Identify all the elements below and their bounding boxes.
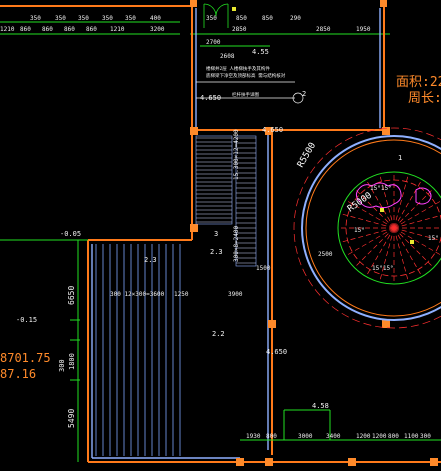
level-2-3-left: 2.3 <box>144 256 157 264</box>
top-dim-label: 350 <box>102 15 113 22</box>
bottom-dim-label: 300 <box>420 433 431 440</box>
top-dim-label: 350 <box>125 15 136 22</box>
top-dim-label: 860 <box>20 26 31 33</box>
area-label: 面积:220 <box>396 75 441 90</box>
yellow-marker <box>410 240 414 244</box>
stair-landing-dim: 3900 <box>228 291 243 298</box>
top-dim-label: 350 <box>206 15 217 22</box>
top-dim-label: 350 <box>30 15 41 22</box>
bottom-dim-label: 800 <box>266 433 277 440</box>
note-text-3: 栏杆扶手详图 <box>232 91 259 98</box>
angle-label-4: 15°15° <box>372 265 394 272</box>
bottom-dim-labels: 1930 800 3000 3400 1200 1200 800 1100 300 <box>246 433 431 440</box>
level-4-55: 4.55 <box>252 48 269 56</box>
column <box>236 458 244 466</box>
column <box>380 0 387 7</box>
top-dim-label: 2850 <box>232 26 247 33</box>
left-dim-1800: 1800 <box>68 353 76 370</box>
left-dim-5490: 5490 <box>67 409 76 428</box>
level-minus-005: -0.05 <box>60 230 81 238</box>
top-dim-label: 1950 <box>356 26 371 33</box>
room-dim-2608: 2608 <box>220 53 235 60</box>
top-dim-label: 850 <box>236 15 247 22</box>
stair-lower-label: 300×8=2400 <box>233 225 240 262</box>
column <box>268 320 276 328</box>
angle-label-3: 15° <box>428 235 439 242</box>
top-dim-label: 860 <box>64 26 75 33</box>
top-dim-label: 350 <box>55 15 66 22</box>
perimeter-label: 周长:8 <box>408 91 441 106</box>
column <box>430 458 438 466</box>
column <box>265 458 273 466</box>
level-4650-mid: 4.650 <box>262 126 283 134</box>
angle-label-2: 15° <box>354 227 365 234</box>
bottom-dim-label: 1930 <box>246 433 261 440</box>
left-dim-6650: 6650 <box>67 286 76 305</box>
bottom-dim-label: 1200 <box>356 433 371 440</box>
top-dim-label: 350 <box>78 15 89 22</box>
yellow-marker <box>232 7 236 11</box>
cad-drawing-canvas[interactable]: 350 350 350 350 350 400 350 850 850 290 1210 860 86… <box>0 0 441 471</box>
level-2-2: 2.2 <box>212 330 225 338</box>
left-number-1: 8701.75 <box>0 351 51 365</box>
stair-upper-label: 15.300×12=4200 <box>233 129 240 180</box>
bottom-dim-label: 800 <box>388 433 399 440</box>
axis-mark-3: 3 <box>214 230 218 238</box>
top-dim-label: 3200 <box>150 26 165 33</box>
level-2-3-right: 2.3 <box>210 248 223 256</box>
note-text-2: 底梯梁下净空及顶部标高 需与结构核对 <box>206 72 286 79</box>
level-4650-lower: 4.650 <box>266 348 287 356</box>
column <box>348 458 356 466</box>
top-dim-label: 400 <box>150 15 161 22</box>
angle-label-1: 15°15° <box>370 185 392 192</box>
top-dim-label: 850 <box>262 15 273 22</box>
bottom-dim-label: 1200 <box>372 433 387 440</box>
axis-mark-1: 1 <box>398 154 402 162</box>
room-dim-2700: 2700 <box>206 39 221 46</box>
left-number-2: 87.16 <box>0 367 36 381</box>
column <box>382 320 390 328</box>
top-dim-label: 860 <box>42 26 53 33</box>
bottom-dim-label: 1100 <box>404 433 419 440</box>
stair-beam-dim-2: 1250 <box>174 291 189 298</box>
yellow-marker <box>380 208 384 212</box>
bottom-dim-label: 3400 <box>326 433 341 440</box>
top-dim-label: 860 <box>86 26 97 33</box>
column <box>190 224 198 232</box>
left-dim-300: 300 <box>58 359 66 372</box>
column <box>190 127 198 135</box>
top-dim-label: 290 <box>290 15 301 22</box>
stair-beam-dim: 1500 <box>256 265 271 272</box>
axis-mark-2: 2 <box>302 90 306 98</box>
top-dim-label: 1210 <box>0 26 15 33</box>
top-dim-label: 1210 <box>110 26 125 33</box>
level-4650-upper: 4.650 <box>200 94 221 102</box>
top-dim-label: 2850 <box>316 26 331 33</box>
level-4-58: 4.58 <box>312 402 329 410</box>
ramp-label: 300 12×300=3600 <box>110 291 165 298</box>
column <box>190 0 197 7</box>
bottom-dim-label: 3000 <box>298 433 313 440</box>
level-minus-015: -0.15 <box>16 316 37 324</box>
radius-label-2500: 2500 <box>318 251 333 258</box>
note-text-1: 楼梯井2层 人楼梯扶手及其构件 <box>206 65 270 72</box>
